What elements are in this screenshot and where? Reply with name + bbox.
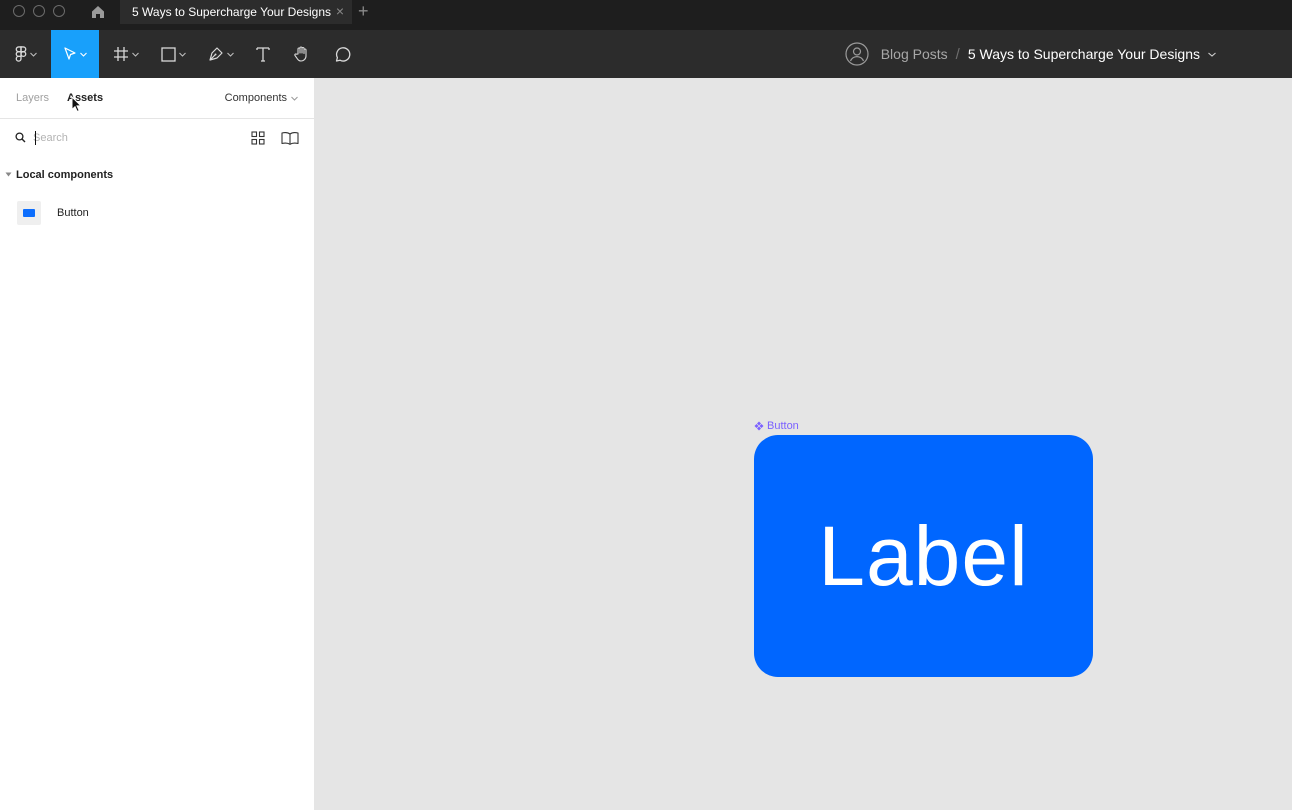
component-item-button[interactable]: Button bbox=[0, 193, 314, 237]
user-avatar-icon[interactable] bbox=[845, 42, 869, 66]
text-caret bbox=[35, 131, 36, 145]
left-panel: Layers Assets Components Local component… bbox=[0, 78, 315, 810]
close-window-button[interactable] bbox=[13, 5, 25, 17]
chevron-down-icon bbox=[291, 96, 298, 101]
move-cursor-icon bbox=[64, 47, 76, 60]
minimize-window-button[interactable] bbox=[33, 5, 45, 17]
toolbar: Blog Posts / 5 Ways to Supercharge Your … bbox=[0, 30, 1292, 78]
move-tool-button[interactable] bbox=[51, 30, 99, 78]
tab-layers[interactable]: Layers bbox=[16, 92, 49, 104]
components-dropdown-label: Components bbox=[224, 92, 287, 104]
title-bar: 5 Ways to Supercharge Your Designs × + bbox=[0, 0, 1292, 30]
search-icon bbox=[15, 132, 26, 143]
tab-title: 5 Ways to Supercharge Your Designs bbox=[132, 5, 332, 19]
button-component[interactable]: Label bbox=[754, 435, 1093, 677]
frame-tool-button[interactable] bbox=[106, 30, 146, 78]
hand-tool-button[interactable] bbox=[287, 30, 317, 78]
breadcrumb-separator: / bbox=[955, 45, 960, 63]
file-menu-chevron-icon[interactable] bbox=[1208, 52, 1216, 57]
text-tool-button[interactable] bbox=[248, 30, 278, 78]
hand-icon bbox=[294, 46, 307, 62]
pen-tool-button[interactable] bbox=[201, 30, 241, 78]
file-tab[interactable]: 5 Ways to Supercharge Your Designs × bbox=[120, 0, 352, 24]
panel-tabs: Layers Assets Components bbox=[0, 78, 314, 119]
comment-bubble-icon bbox=[335, 46, 350, 62]
frame-label-text: Button bbox=[767, 420, 799, 432]
tab-close-icon[interactable]: × bbox=[336, 4, 344, 18]
chevron-down-icon bbox=[80, 52, 87, 57]
search-row bbox=[0, 119, 314, 157]
component-thumbnail-preview bbox=[23, 209, 35, 217]
component-diamond-icon bbox=[754, 421, 764, 431]
home-icon bbox=[92, 6, 104, 18]
breadcrumb-folder[interactable]: Blog Posts bbox=[881, 46, 948, 62]
rectangle-icon bbox=[160, 46, 176, 62]
component-thumbnail bbox=[17, 201, 41, 225]
chevron-down-icon bbox=[178, 52, 186, 57]
team-library-book-icon[interactable] bbox=[281, 131, 299, 145]
component-name: Button bbox=[57, 207, 89, 219]
local-components-header[interactable]: Local components bbox=[0, 157, 314, 193]
home-button[interactable] bbox=[84, 0, 112, 24]
comment-tool-button[interactable] bbox=[327, 30, 357, 78]
chevron-down-icon bbox=[132, 52, 139, 57]
pen-icon bbox=[209, 47, 223, 61]
mouse-pointer-icon bbox=[71, 96, 83, 113]
figma-logo-icon bbox=[15, 45, 27, 62]
component-frame-label[interactable]: Button bbox=[754, 420, 799, 432]
button-component-label: Label bbox=[818, 508, 1029, 603]
chevron-down-icon bbox=[30, 52, 37, 57]
chevron-down-icon bbox=[227, 52, 234, 57]
maximize-window-button[interactable] bbox=[53, 5, 65, 17]
main-menu-button[interactable] bbox=[6, 30, 46, 78]
canvas[interactable]: Button Label bbox=[316, 78, 1292, 810]
frame-hash-icon bbox=[114, 47, 128, 61]
triangle-down-icon bbox=[5, 172, 12, 177]
grid-view-icon[interactable] bbox=[251, 131, 265, 145]
search-input[interactable] bbox=[33, 129, 223, 147]
shape-tool-button[interactable] bbox=[153, 30, 193, 78]
new-tab-button[interactable]: + bbox=[358, 1, 369, 21]
components-dropdown[interactable]: Components bbox=[225, 92, 298, 104]
text-icon bbox=[256, 47, 270, 62]
breadcrumb-file-name[interactable]: 5 Ways to Supercharge Your Designs bbox=[968, 46, 1200, 62]
section-title: Local components bbox=[16, 169, 114, 181]
breadcrumb: Blog Posts / 5 Ways to Supercharge Your … bbox=[845, 30, 1216, 78]
